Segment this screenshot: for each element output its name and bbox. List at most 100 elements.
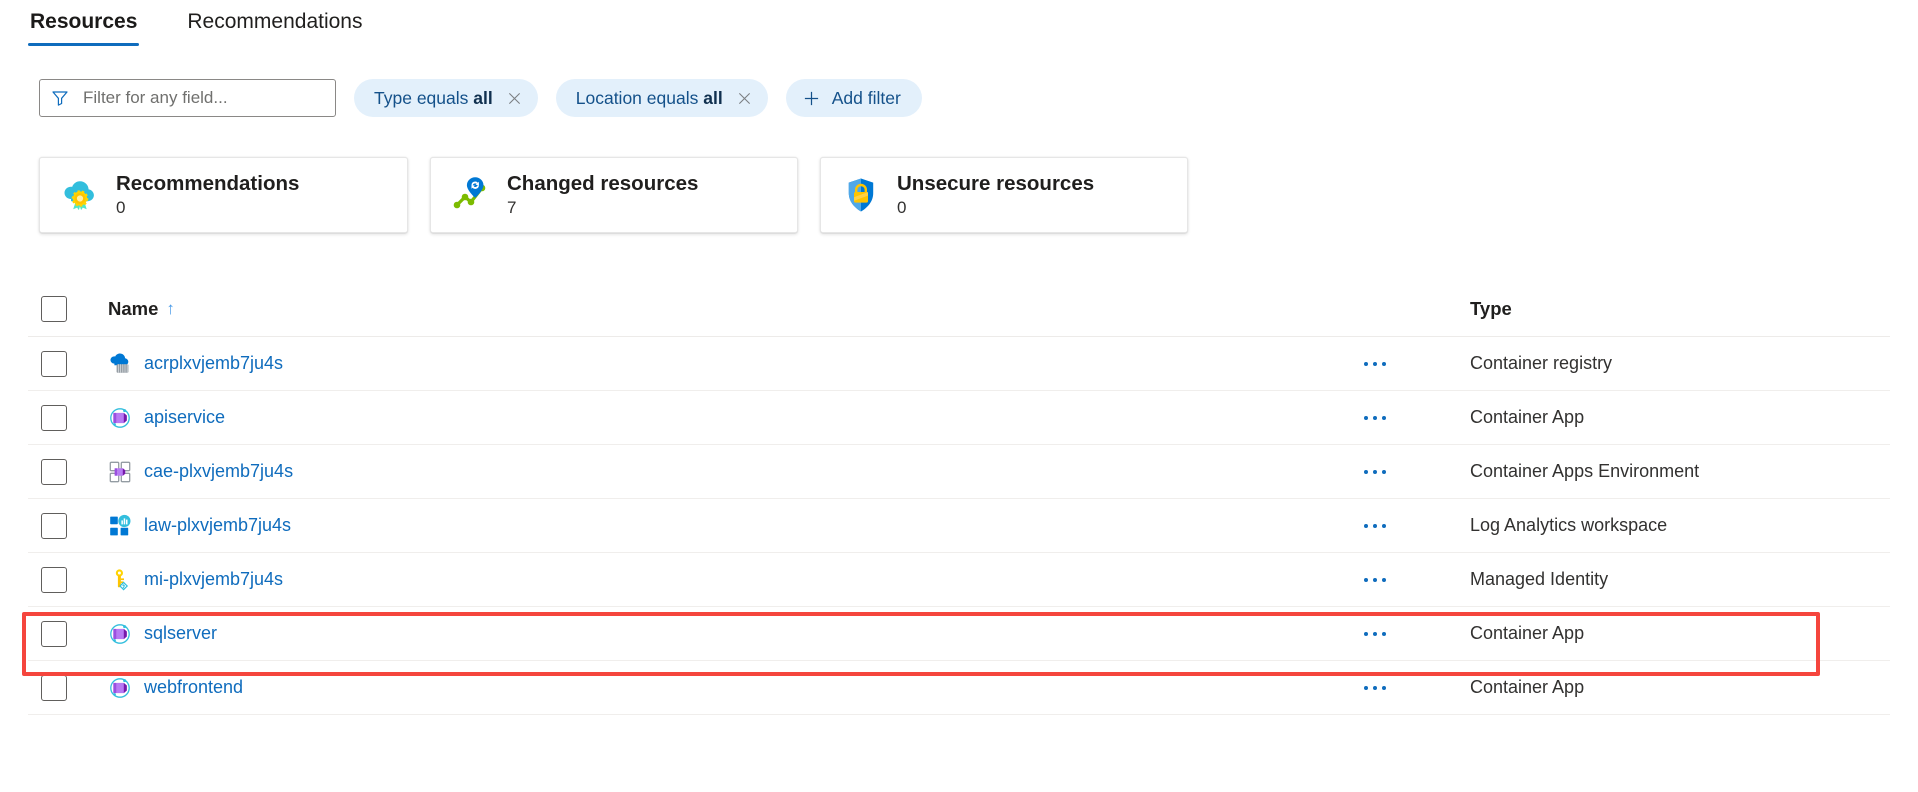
resource-link[interactable]: cae-plxvjemb7ju4s [144, 461, 293, 482]
resource-link[interactable]: law-plxvjemb7ju4s [144, 515, 291, 536]
more-options-icon[interactable] [1360, 410, 1390, 426]
tab-resources-label: Resources [30, 10, 138, 33]
row-actions-cell [1360, 356, 1470, 372]
row-checkbox[interactable] [41, 512, 67, 539]
filter-pill-type[interactable]: Type equals all [354, 79, 538, 117]
row-actions-cell [1360, 572, 1470, 588]
row-actions-cell [1360, 518, 1470, 534]
search-filter-field[interactable] [39, 79, 336, 117]
resource-link[interactable]: apiservice [144, 407, 225, 428]
select-all-checkbox[interactable] [41, 296, 67, 322]
card-unsecure-resources[interactable]: Unsecure resources 0 [820, 157, 1188, 233]
row-actions-cell [1360, 464, 1470, 480]
table-row[interactable]: mi-plxvjemb7ju4s Managed Identity [28, 553, 1890, 607]
add-filter-button[interactable]: Add filter [785, 79, 922, 117]
add-filter-label: Add filter [831, 87, 901, 108]
row-select-cell [28, 674, 108, 701]
row-checkbox[interactable] [41, 620, 67, 647]
tab-resources[interactable]: Resources [28, 6, 140, 46]
row-name-cell: law-plxvjemb7ju4s [108, 514, 1360, 538]
column-header-name[interactable]: Name ↑ [108, 298, 1360, 320]
resource-link[interactable]: mi-plxvjemb7ju4s [144, 569, 283, 590]
tab-recommendations[interactable]: Recommendations [185, 6, 364, 46]
more-options-icon[interactable] [1360, 464, 1390, 480]
row-type-cell: Managed Identity [1470, 569, 1609, 589]
card-changed-resources-count: 7 [507, 198, 517, 217]
row-type-cell: Container registry [1470, 353, 1613, 373]
row-actions-cell [1360, 410, 1470, 426]
resource-link[interactable]: webfrontend [144, 677, 243, 698]
card-recommendations[interactable]: Recommendations 0 [39, 157, 408, 233]
row-checkbox[interactable] [41, 566, 67, 593]
table-row[interactable]: apiservice Container App [28, 391, 1890, 445]
column-name-text: Name [108, 298, 159, 319]
row-select-cell [28, 566, 108, 593]
managed-identity-key-icon [115, 568, 129, 590]
card-recommendations-count: 0 [116, 198, 126, 217]
plus-icon [804, 91, 818, 105]
table-row[interactable]: sqlserver Container App [28, 607, 1890, 661]
row-checkbox[interactable] [41, 458, 67, 485]
more-options-icon[interactable] [1360, 356, 1390, 372]
row-name-cell: webfrontend [108, 676, 1360, 700]
card-unsecure-resources-text: Unsecure resources 0 [897, 172, 1094, 217]
card-changed-resources[interactable]: Changed resources 7 [430, 157, 798, 233]
card-unsecure-resources-title: Unsecure resources [897, 172, 1095, 196]
more-options-icon[interactable] [1360, 518, 1390, 534]
tab-recommendations-label: Recommendations [187, 10, 363, 33]
row-name-cell: sqlserver [108, 622, 1360, 646]
tab-bar: Resources Recommendations [28, 6, 364, 46]
filter-pill-location-label: Location equals all [576, 88, 723, 109]
row-name-cell: apiservice [108, 406, 1360, 430]
resource-link[interactable]: sqlserver [144, 623, 217, 644]
funnel-icon [52, 91, 68, 106]
pill-value: all [703, 87, 723, 108]
search-input[interactable] [81, 87, 324, 109]
resources-table: Name ↑ Type acrplxvjemb7ju4s Container r… [28, 282, 1890, 715]
pill-field: Type [374, 87, 412, 108]
filter-pill-location[interactable]: Location equals all [555, 79, 768, 117]
row-checkbox[interactable] [41, 674, 67, 701]
pill-operator: equals [416, 87, 469, 108]
row-type-cell: Container App [1470, 623, 1585, 643]
row-type-cell: Container App [1470, 407, 1585, 427]
resource-link[interactable]: acrplxvjemb7ju4s [144, 353, 283, 374]
column-header-type[interactable]: Type [1470, 298, 1890, 320]
more-options-icon[interactable] [1360, 626, 1390, 642]
more-options-icon[interactable] [1360, 680, 1390, 696]
pill-field: Location [575, 87, 642, 108]
filter-bar: Type equals all Location equals all Add … [39, 79, 922, 117]
recommendations-cloud-ribbon-icon [64, 181, 94, 211]
log-analytics-workspace-icon [110, 514, 131, 535]
resources-page: Resources Recommendations Type equals al… [0, 0, 1918, 792]
close-icon[interactable] [507, 91, 522, 106]
select-all-cell [28, 296, 108, 322]
row-select-cell [28, 620, 108, 647]
table-row[interactable]: cae-plxvjemb7ju4s Container Apps Environ… [28, 445, 1890, 499]
card-recommendations-text: Recommendations 0 [116, 172, 299, 217]
row-actions-cell [1360, 680, 1470, 696]
container-app-icon [110, 407, 130, 428]
column-header-name-label: Name ↑ [108, 298, 175, 320]
container-app-icon [110, 623, 130, 644]
table-row[interactable]: law-plxvjemb7ju4s Log Analytics workspac… [28, 499, 1890, 553]
row-select-cell [28, 404, 108, 431]
container-registry-icon [110, 353, 129, 373]
row-checkbox[interactable] [41, 350, 67, 377]
row-actions-cell [1360, 626, 1470, 642]
row-name-cell: acrplxvjemb7ju4s [108, 352, 1360, 376]
more-options-icon[interactable] [1360, 572, 1390, 588]
summary-cards: Recommendations 0 Changed resources 7 Un… [39, 157, 1188, 233]
close-icon[interactable] [737, 91, 752, 106]
row-checkbox[interactable] [41, 404, 67, 431]
row-name-cell: cae-plxvjemb7ju4s [108, 460, 1360, 484]
table-row[interactable]: acrplxvjemb7ju4s Container registry [28, 337, 1890, 391]
changed-resources-chart-pin-icon [453, 177, 486, 209]
pill-operator: equals [646, 87, 699, 108]
table-row[interactable]: webfrontend Container App [28, 661, 1890, 715]
row-select-cell [28, 512, 108, 539]
row-select-cell [28, 458, 108, 485]
row-name-cell: mi-plxvjemb7ju4s [108, 568, 1360, 592]
container-apps-environment-icon [109, 461, 131, 482]
card-recommendations-title: Recommendations [116, 172, 300, 196]
